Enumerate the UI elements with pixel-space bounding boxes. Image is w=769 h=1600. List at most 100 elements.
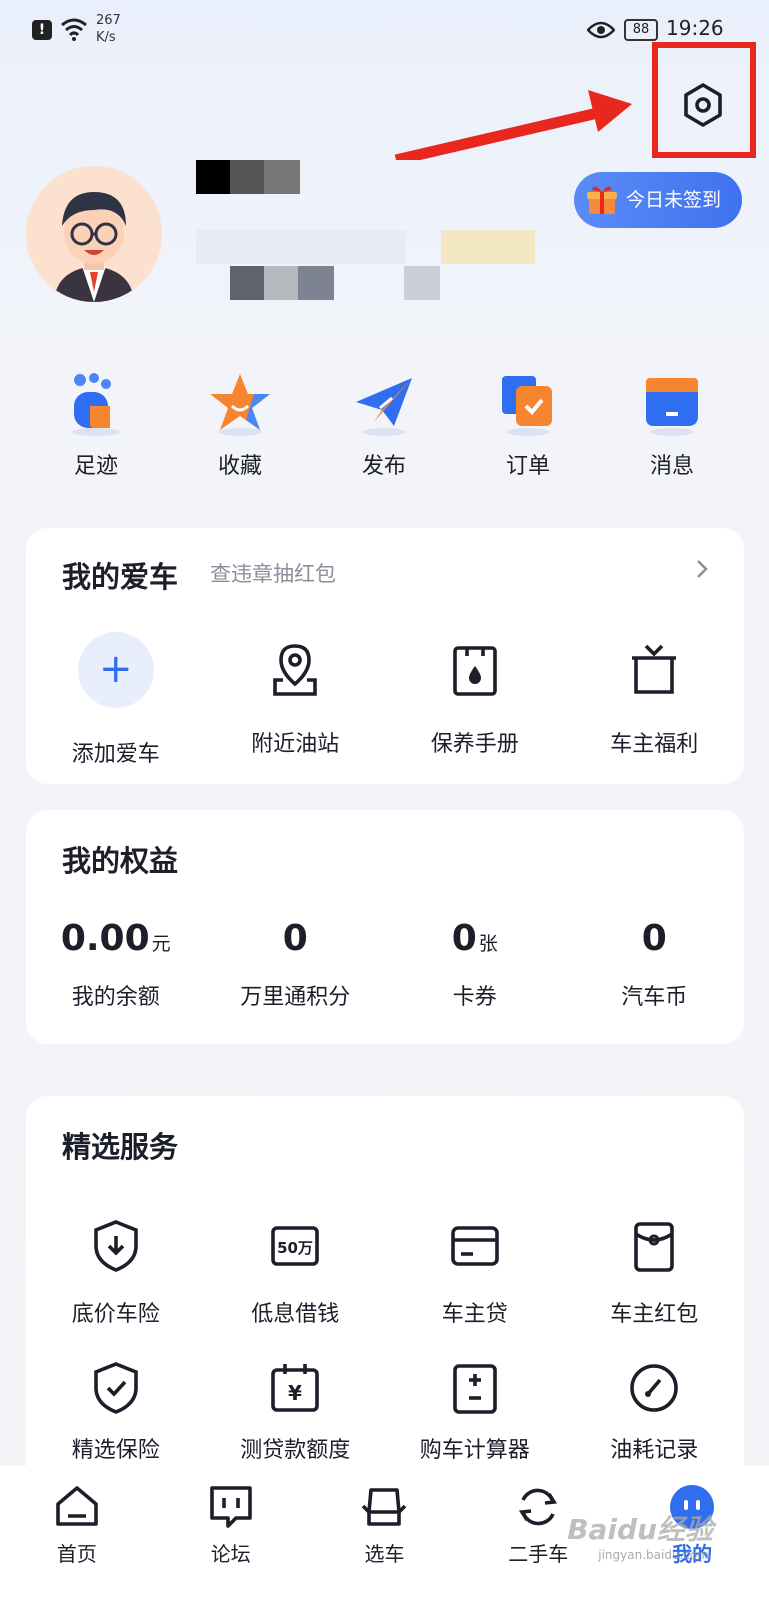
quick-orders[interactable]: 订单 (456, 370, 600, 490)
annotation-arrow (394, 90, 632, 166)
battery-indicator: 88 (624, 19, 658, 41)
eye-icon (587, 21, 615, 39)
gift-icon (587, 186, 617, 214)
coupons-stat[interactable]: 0张 卡券 (385, 918, 565, 1011)
fuel-record-item[interactable]: 油耗记录 (565, 1358, 745, 1464)
avatar-cartoon-icon (26, 166, 162, 302)
quick-label: 发布 (361, 454, 406, 479)
nav-forum[interactable]: 论坛 (161, 1482, 301, 1600)
my-car-subtitle[interactable]: 查违章抽红包 (210, 558, 336, 588)
footprint-icon (72, 373, 120, 436)
settings-hexagon-icon[interactable] (680, 82, 726, 128)
alert-icon: ! (32, 20, 52, 40)
balance-value: 0.00 (60, 918, 150, 959)
g-label: 添加爱车 (71, 742, 160, 767)
manual-icon (452, 646, 497, 696)
g-label: 保养手册 (430, 732, 519, 757)
points-value: 0 (282, 918, 308, 959)
nav-choose-car[interactable]: 选车 (314, 1482, 454, 1600)
watermark-url: jingyan.baidu.com (598, 1548, 709, 1562)
select-insurance-item[interactable]: 精选保险 (26, 1358, 206, 1464)
quick-label: 订单 (505, 454, 550, 479)
quick-actions: 足迹 收藏 发布 订单 消息 (24, 370, 744, 490)
my-car-title: 我的爱车 (62, 560, 179, 594)
quick-label: 收藏 (217, 454, 262, 479)
g-label: 测贷款额度 (240, 1438, 351, 1463)
blurred-username (196, 160, 546, 310)
owner-loan-item[interactable]: 车主贷 (385, 1216, 565, 1328)
nav-label: 论坛 (210, 1542, 251, 1566)
quick-label: 足迹 (73, 454, 118, 479)
maintenance-manual-item[interactable]: 保养手册 (385, 632, 565, 768)
g-label: 车主贷 (441, 1302, 508, 1327)
g-label: 精选保险 (71, 1438, 160, 1463)
stat-label: 汽车币 (621, 985, 688, 1010)
nearby-gas-item[interactable]: 附近油站 (206, 632, 386, 768)
calculator-icon (452, 1364, 497, 1414)
car-coins-value: 0 (641, 918, 667, 959)
red-envelope-icon (634, 1222, 675, 1272)
star-icon (210, 374, 270, 436)
quick-publish[interactable]: 发布 (312, 370, 456, 490)
owner-benefits-item[interactable]: 车主福利 (565, 632, 745, 768)
loan-50w-icon: 50万 (271, 1226, 320, 1266)
insurance-item[interactable]: 底价车险 (26, 1216, 206, 1328)
g-label: 车主红包 (610, 1302, 699, 1327)
refresh-icon (519, 1488, 558, 1526)
order-icon (502, 376, 552, 436)
quick-footprint[interactable]: 足迹 (24, 370, 168, 490)
shield-download-icon (93, 1220, 138, 1272)
g-label: 车主福利 (610, 732, 699, 757)
car-seat-icon (362, 1488, 407, 1526)
services-title: 精选服务 (62, 1130, 179, 1164)
chevron-right-icon[interactable] (694, 558, 710, 580)
red-envelope-item[interactable]: 车主红包 (565, 1216, 745, 1328)
benefits-title: 我的权益 (62, 844, 179, 878)
balance-unit: 元 (151, 933, 171, 955)
points-stat[interactable]: 0 万里通积分 (206, 918, 386, 1011)
forum-icon (209, 1486, 252, 1528)
clock: 19:26 (666, 16, 724, 40)
gauge-icon (630, 1364, 679, 1412)
daily-signin-button[interactable]: 今日未签到 (574, 172, 742, 228)
g-label: 底价车险 (71, 1302, 160, 1327)
stat-label: 我的余额 (71, 985, 160, 1010)
paper-plane-icon (356, 378, 412, 436)
benefits-card: 我的权益 0.00 元 我的余额 0 万里通积分 0张 卡券 0 汽车币 (26, 810, 744, 1044)
g-label: 油耗记录 (610, 1438, 699, 1463)
nav-label: 首页 (56, 1542, 97, 1566)
signin-label: 今日未签到 (626, 189, 722, 211)
g-label: 附近油站 (251, 732, 340, 757)
add-car-item[interactable]: + 添加爱车 (26, 632, 206, 768)
svg-text:50万: 50万 (277, 1239, 313, 1257)
car-calculator-item[interactable]: 购车计算器 (385, 1358, 565, 1464)
coupons-unit: 张 (478, 933, 498, 955)
quick-label: 消息 (649, 454, 694, 479)
loan-quota-item[interactable]: ¥ 测贷款额度 (206, 1358, 386, 1464)
wifi-icon (61, 18, 87, 41)
card-icon (450, 1226, 499, 1266)
my-car-card: 我的爱车 查违章抽红包 + 添加爱车 附近油站 保养手册 车主福利 (26, 528, 744, 784)
nav-label: 选车 (364, 1542, 405, 1566)
g-label: 低息借钱 (251, 1302, 340, 1327)
home-icon (56, 1486, 98, 1526)
balance-stat[interactable]: 0.00 元 我的余额 (26, 918, 206, 1011)
services-card: 精选服务 底价车险 50万 低息借钱 车主贷 车主红包 精选保险 ¥ 测贷款额度… (26, 1096, 744, 1496)
g-label: 购车计算器 (419, 1438, 530, 1463)
low-interest-loan-item[interactable]: 50万 低息借钱 (206, 1216, 386, 1328)
watermark: Baidu经验 (567, 1513, 713, 1546)
svg-text:¥: ¥ (288, 1381, 302, 1405)
location-pin-icon (273, 644, 318, 696)
stat-label: 万里通积分 (240, 985, 351, 1010)
message-icon (646, 378, 698, 436)
gift-box-icon (632, 644, 677, 694)
calendar-yuan-icon: ¥ (271, 1364, 320, 1412)
shield-check-icon (93, 1362, 138, 1414)
network-speed: 267 K/s (96, 13, 121, 45)
quick-favorites[interactable]: 收藏 (168, 370, 312, 490)
car-coins-stat[interactable]: 0 汽车币 (565, 918, 745, 1011)
stat-label: 卡券 (452, 985, 497, 1010)
avatar[interactable] (26, 166, 162, 302)
quick-messages[interactable]: 消息 (600, 370, 744, 490)
nav-home[interactable]: 首页 (7, 1482, 147, 1600)
